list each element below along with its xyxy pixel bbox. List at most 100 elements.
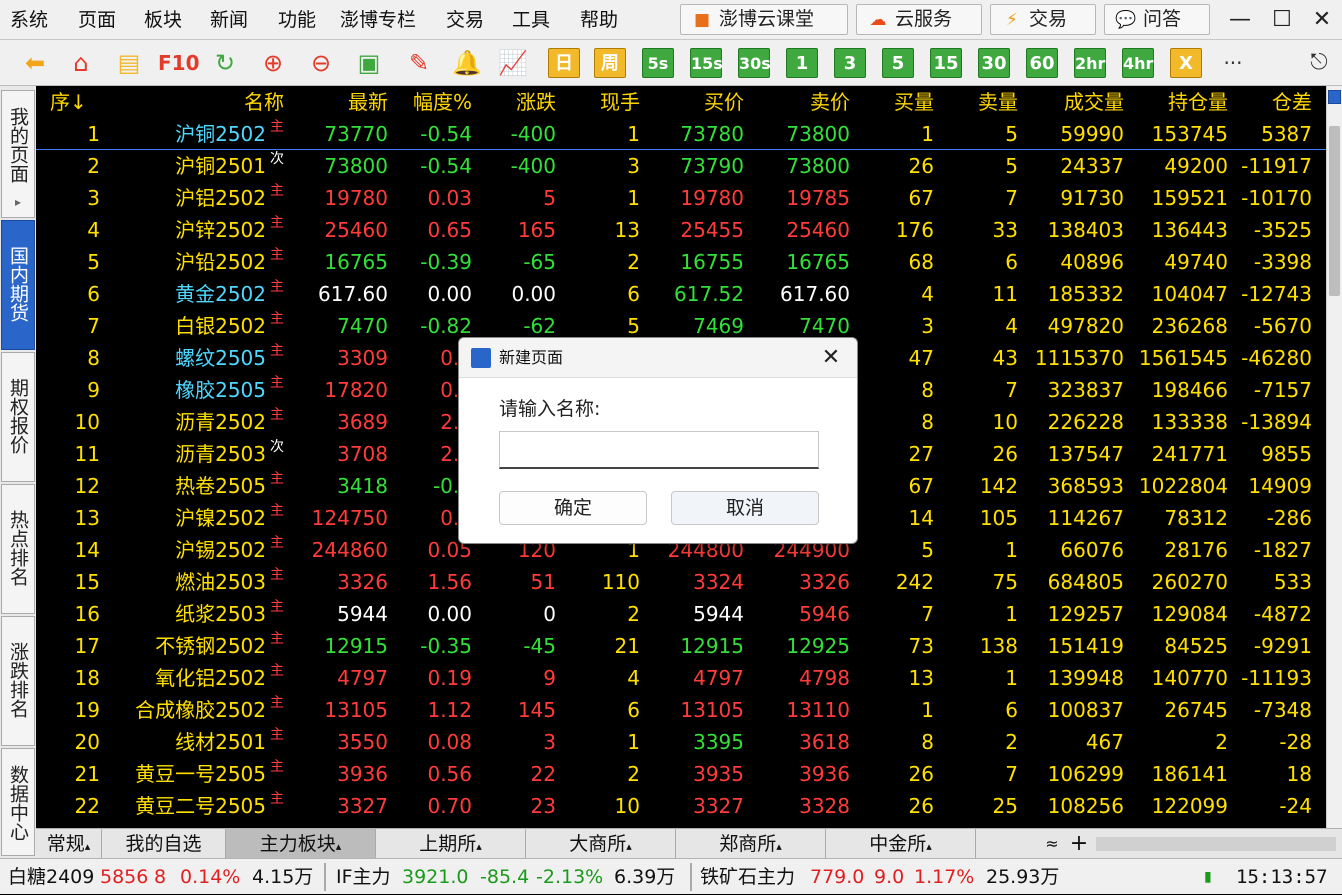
cancel-button[interactable]: 取消 <box>671 491 819 525</box>
exit-icon[interactable]: ⎋ <box>1302 47 1336 79</box>
col-header-open-interest[interactable]: 持仓量 <box>1124 86 1228 118</box>
sidebar-item-change-ranking[interactable]: 涨跌排名 <box>1 616 35 746</box>
period-week-button[interactable]: 周 <box>594 48 626 78</box>
f10-button[interactable]: F10 <box>158 47 200 79</box>
tab-shfe[interactable]: 上期所▴ <box>376 829 526 859</box>
scrollbar-thumb[interactable] <box>1329 126 1340 296</box>
menu-system[interactable]: 系统 <box>10 0 48 40</box>
sidebar-item-data-center[interactable]: 数据中心 <box>1 748 35 856</box>
bell-icon[interactable]: 🔔 <box>450 47 484 79</box>
menu-trade[interactable]: 交易 <box>446 0 484 40</box>
col-header-bid-vol[interactable]: 买量 <box>850 86 934 118</box>
col-header-ask[interactable]: 卖价 <box>744 86 850 118</box>
refresh-icon[interactable]: ↻ <box>208 47 242 79</box>
zoom-out-icon[interactable]: ⊖ <box>304 47 338 79</box>
news-icon[interactable]: ▤ <box>112 47 146 79</box>
period-30s-button[interactable]: 30s <box>738 48 771 78</box>
trade-button[interactable]: ⚡ 交易 <box>990 4 1096 35</box>
tab-cffex[interactable]: 中金所▴ <box>826 829 976 859</box>
cell-pct: 0.00 <box>427 602 472 626</box>
period-5-button[interactable]: 5 <box>882 48 914 78</box>
minimize-icon[interactable]: — <box>1220 0 1260 40</box>
col-header-change[interactable]: 涨跌 <box>472 86 556 118</box>
table-row[interactable]: 21 黄豆一号2505 3936 0.56 22 2 3935 3936 26 7 106299 18… <box>36 758 1326 790</box>
table-row[interactable]: 20 线材2501 3550 0.08 3 1 3395 3618 8 2 467 2 -28 主 <box>36 726 1326 758</box>
period-15s-button[interactable]: 15s <box>690 48 723 78</box>
period-15-button[interactable]: 15 <box>930 48 962 78</box>
table-row[interactable]: 3 沪铝2502 19780 0.03 5 1 19780 19785 67 7 91730 1595… <box>36 182 1326 214</box>
table-row[interactable]: 6 黄金2502 617.60 0.00 0.00 6 617.52 617.60 4 11 185… <box>36 278 1326 310</box>
tab-czce[interactable]: 郑商所▴ <box>676 829 826 859</box>
add-tab-icon[interactable]: + <box>1066 829 1092 859</box>
cloud-service-button[interactable]: ☁ 云服务 <box>856 4 982 35</box>
menu-sector[interactable]: 板块 <box>144 0 182 40</box>
col-header-last[interactable]: 最新 <box>296 86 388 118</box>
table-row[interactable]: 22 黄豆二号2505 3327 0.70 23 10 3327 3328 26 25 108256… <box>36 790 1326 822</box>
col-header-index[interactable]: 序↓ <box>50 86 100 118</box>
table-row[interactable]: 4 沪锌2502 25460 0.65 165 13 25455 25460 176 33 1384… <box>36 214 1326 246</box>
back-arrow-icon[interactable]: ⬅ <box>18 47 52 79</box>
sidebar-item-my-page[interactable]: 我的页面 ▸ <box>1 90 35 218</box>
menu-news[interactable]: 新闻 <box>210 0 248 40</box>
tab-my-watchlist[interactable]: 我的自选 <box>102 829 226 859</box>
column-settings-icon[interactable] <box>1328 90 1341 104</box>
col-header-ask-vol[interactable]: 卖量 <box>934 86 1018 118</box>
col-header-oi-diff[interactable]: 仓差 <box>1228 86 1312 118</box>
page-name-input[interactable] <box>499 431 819 469</box>
table-row[interactable]: 1 沪铜2502 73770 -0.54 -400 1 73780 73800 1 5 59990 1… <box>36 118 1326 150</box>
chart-up-icon[interactable]: 📈 <box>496 47 530 79</box>
table-row[interactable]: 18 氧化铝2502 4797 0.19 9 4 4797 4798 13 1 139948 1407… <box>36 662 1326 694</box>
col-header-pct[interactable]: 幅度% <box>388 86 472 118</box>
horizontal-scrollbar[interactable] <box>1096 837 1336 851</box>
vertical-scrollbar[interactable] <box>1326 86 1342 828</box>
col-header-bid[interactable]: 买价 <box>640 86 744 118</box>
close-icon[interactable]: ✕ <box>1302 0 1342 40</box>
home-icon[interactable]: ⌂ <box>64 47 98 79</box>
sidebar-item-hot-ranking[interactable]: 热点排名 <box>1 484 35 614</box>
col-header-name[interactable]: 名称 <box>176 86 284 118</box>
sidebar-item-options[interactable]: 期权报价 <box>1 352 35 482</box>
dialog-titlebar[interactable]: 新建页面 ✕ <box>459 338 857 378</box>
period-5s-button[interactable]: 5s <box>642 48 674 78</box>
cell-n: 5 <box>87 250 100 274</box>
table-row[interactable]: 19 合成橡胶2502 13105 1.12 145 6 13105 13110 1 6 10083… <box>36 694 1326 726</box>
qa-button[interactable]: 💬 问答 <box>1104 4 1210 35</box>
period-60-button[interactable]: 60 <box>1026 48 1058 78</box>
tab-dce[interactable]: 大商所▴ <box>526 829 676 859</box>
cloud-class-button[interactable]: ■ 澎博云课堂 <box>680 4 848 35</box>
sidebar-item-domestic-futures[interactable]: 国内期货 <box>1 220 35 350</box>
maximize-icon[interactable]: ☐ <box>1262 0 1302 40</box>
period-1-button[interactable]: 1 <box>786 48 818 78</box>
collapse-tabs-icon[interactable]: ≈ <box>1040 829 1064 859</box>
tab-regular[interactable]: 常规▴ <box>36 829 102 859</box>
col-header-volume[interactable]: 成交量 <box>1018 86 1124 118</box>
col-header-hand[interactable]: 现手 <box>556 86 640 118</box>
table-row[interactable]: 15 燃油2503 3326 1.56 51 110 3324 3326 242 75 684805… <box>36 566 1326 598</box>
table-row[interactable]: 5 沪铅2502 16765 -0.39 -65 2 16755 16765 68 6 40896 4… <box>36 246 1326 278</box>
table-row[interactable]: 2 沪铜2501 73800 -0.54 -400 3 73790 73800 26 5 24337… <box>36 150 1326 182</box>
menu-function[interactable]: 功能 <box>278 0 316 40</box>
menu-help[interactable]: 帮助 <box>580 0 618 40</box>
table-row[interactable]: 16 纸浆2503 5944 0.00 0 2 5944 5946 7 1 129257 129084… <box>36 598 1326 630</box>
ok-button[interactable]: 确定 <box>499 491 647 525</box>
close-icon[interactable]: ✕ <box>817 344 845 372</box>
period-4hr-button[interactable]: 4hr <box>1122 48 1154 78</box>
table-row[interactable]: 17 不锈钢2502 12915 -0.35 -45 21 12915 12925 73 138 1… <box>36 630 1326 662</box>
period-3-button[interactable]: 3 <box>834 48 866 78</box>
period-30-button[interactable]: 30 <box>978 48 1010 78</box>
ticker-2-name[interactable]: IF主力 <box>336 859 391 895</box>
tab-main-contracts[interactable]: 主力板块▴ <box>226 829 376 859</box>
contract-tag: 主 <box>270 311 284 327</box>
menu-tools[interactable]: 工具 <box>512 0 550 40</box>
pen-icon[interactable]: ✎ <box>402 47 436 79</box>
menu-page[interactable]: 页面 <box>78 0 116 40</box>
zoom-in-icon[interactable]: ⊕ <box>256 47 290 79</box>
period-x-button[interactable]: X <box>1170 48 1202 78</box>
more-icon[interactable]: ··· <box>1216 47 1250 79</box>
ticker-1-name[interactable]: 白糖2409 <box>8 859 94 895</box>
menu-column[interactable]: 澎博专栏 <box>340 0 416 40</box>
ticker-3-name[interactable]: 铁矿石主力 <box>700 859 795 895</box>
window-icon[interactable]: ▣ <box>352 47 386 79</box>
period-2hr-button[interactable]: 2hr <box>1074 48 1106 78</box>
period-day-button[interactable]: 日 <box>548 48 580 78</box>
